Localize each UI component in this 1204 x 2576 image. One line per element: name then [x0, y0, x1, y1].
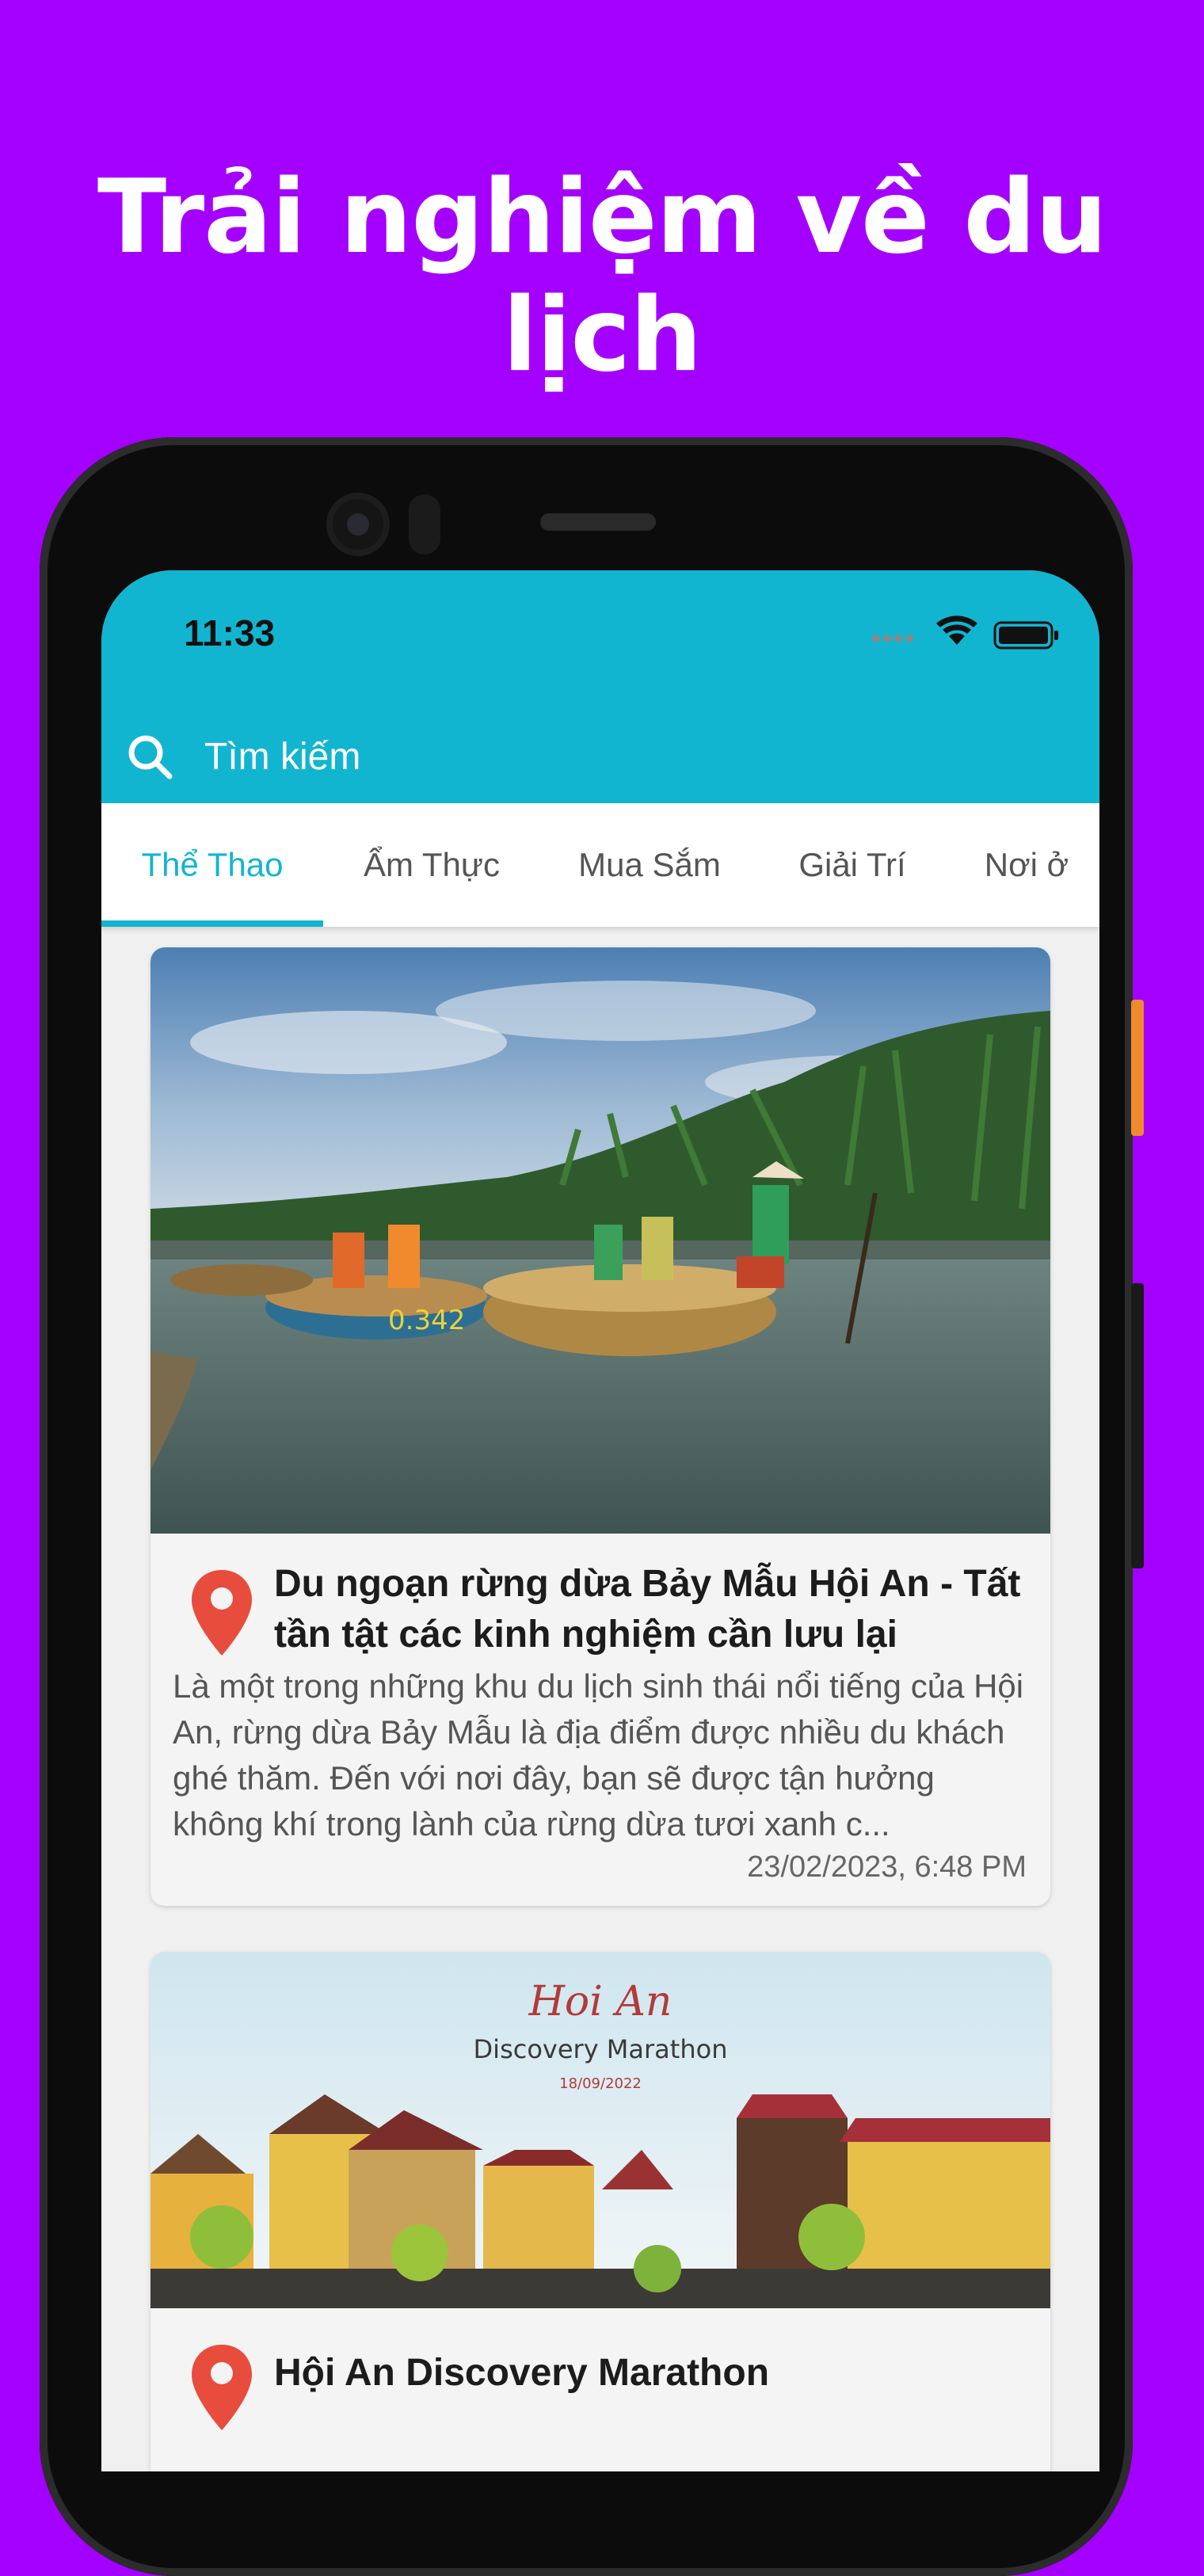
search-bar[interactable]: Tìm kiếm: [101, 705, 1099, 800]
article-card[interactable]: 0.342 Du ngoạn rừng dừa Bảy Mẫu Hội An -…: [150, 947, 1050, 1906]
tab-am-thuc[interactable]: Ẩm Thực: [323, 803, 540, 927]
location-pin-icon: [192, 1570, 252, 1656]
proximity-sensor: [409, 494, 440, 554]
phone-screen: 11:33 Tìm kiếm Thể Thao Ẩm Thực Mua Sắm …: [101, 570, 1099, 2471]
status-time: 11:33: [184, 612, 276, 654]
article-date: 23/02/2023, 6:48 PM: [747, 1850, 1027, 1884]
article-description: Là một trong những khu du lịch sinh thái…: [173, 1667, 1024, 1842]
app-bar: 11:33 Tìm kiếm: [101, 570, 1099, 803]
category-tabs: Thể Thao Ẩm Thực Mua Sắm Giải Trí Nơi ở: [101, 803, 1099, 927]
article-card[interactable]: Hoi An Discovery Marathon 18/09/2022 Hội…: [150, 1952, 1050, 2471]
battery-icon: [993, 621, 1058, 650]
tab-mua-sam[interactable]: Mua Sắm: [540, 803, 759, 927]
signal-dots-icon: [872, 634, 913, 642]
article-image-coconut-forest: 0.342: [150, 947, 1050, 1534]
status-icons: [872, 615, 1058, 650]
banner-script: Hoi An: [528, 1978, 672, 2025]
article-image-marathon-banner: Hoi An Discovery Marathon 18/09/2022: [150, 1952, 1050, 2308]
banner-title: Discovery Marathon: [474, 2034, 728, 2064]
banner-date: 18/09/2022: [559, 2075, 642, 2092]
boat-number: 0.342: [388, 1305, 465, 1336]
phone-side-button-power: [1131, 1000, 1144, 1136]
tab-giai-tri[interactable]: Giải Trí: [759, 803, 946, 927]
tab-the-thao[interactable]: Thể Thao: [101, 803, 323, 927]
tab-active-indicator: [101, 920, 323, 927]
phone-side-button-volume: [1131, 1283, 1144, 1568]
article-title[interactable]: Du ngoạn rừng dừa Bảy Mẫu Hội An - Tất t…: [274, 1559, 1034, 1662]
tab-noi-o[interactable]: Nơi ở: [946, 803, 1099, 927]
location-pin-icon: [192, 2345, 252, 2430]
promo-headline: Trải nghiệm về du lịch: [97, 158, 1107, 394]
wifi-icon: [936, 615, 977, 645]
search-icon[interactable]: [125, 732, 176, 783]
search-input[interactable]: Tìm kiếm: [204, 735, 360, 779]
earpiece-speaker: [540, 513, 656, 531]
front-camera: [326, 493, 390, 556]
article-title[interactable]: Hội An Discovery Marathon: [274, 2348, 1034, 2403]
